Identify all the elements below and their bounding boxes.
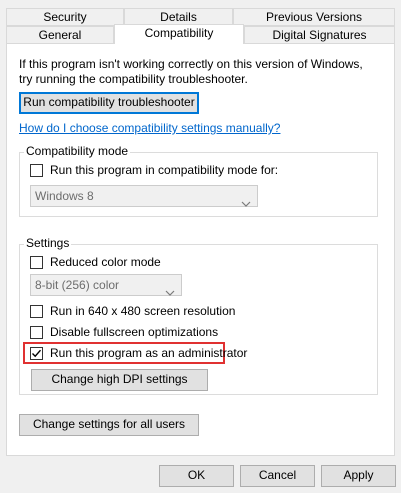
compatibility-mode-legend: Compatibility mode xyxy=(24,144,131,158)
tab-label: Previous Versions xyxy=(265,10,363,24)
tab-label: Security xyxy=(43,10,87,24)
tab-label: General xyxy=(38,28,82,42)
intro-line-1: If this program isn't working correctly … xyxy=(19,57,363,71)
compatibility-mode-label: Run this program in compatibility mode f… xyxy=(50,163,279,177)
chevron-down-icon xyxy=(241,193,251,213)
disable-fullscreen-label: Disable fullscreen optimizations xyxy=(50,325,219,339)
tab-label: Digital Signatures xyxy=(272,28,367,42)
color-depth-value: 8-bit (256) color xyxy=(35,278,120,292)
resolution-640-label: Run in 640 x 480 screen resolution xyxy=(50,304,236,318)
tab-label: Compatibility xyxy=(144,26,214,40)
windows-version-value: Windows 8 xyxy=(35,189,94,203)
run-as-admin-checkbox[interactable] xyxy=(30,347,43,360)
intro-line-2: try running the compatibility troublesho… xyxy=(19,72,248,86)
cancel-button[interactable]: Cancel xyxy=(240,465,315,487)
run-as-admin-label: Run this program as an administrator xyxy=(50,346,248,360)
disable-fullscreen-checkbox[interactable] xyxy=(30,326,43,339)
resolution-640-checkbox[interactable] xyxy=(30,305,43,318)
settings-legend: Settings xyxy=(24,236,72,250)
checkmark-icon xyxy=(32,349,42,358)
tab-general[interactable]: General xyxy=(6,26,114,44)
tab-digital-signatures[interactable]: Digital Signatures xyxy=(244,26,395,44)
color-depth-select[interactable]: 8-bit (256) color xyxy=(30,274,182,296)
tab-security[interactable]: Security xyxy=(6,8,124,26)
tab-compatibility[interactable]: Compatibility xyxy=(114,24,244,44)
windows-version-select[interactable]: Windows 8 xyxy=(30,185,258,207)
run-troubleshooter-button[interactable]: Run compatibility troubleshooter xyxy=(19,92,199,114)
manual-settings-link[interactable]: How do I choose compatibility settings m… xyxy=(19,121,280,135)
chevron-down-icon xyxy=(165,282,175,302)
apply-button[interactable]: Apply xyxy=(321,465,396,487)
tab-previous-versions[interactable]: Previous Versions xyxy=(233,8,395,26)
change-dpi-button[interactable]: Change high DPI settings xyxy=(31,369,208,391)
ok-button[interactable]: OK xyxy=(159,465,234,487)
change-all-users-button[interactable]: Change settings for all users xyxy=(19,414,199,436)
tab-label: Details xyxy=(160,10,197,24)
intro-text: If this program isn't working correctly … xyxy=(19,57,363,87)
compatibility-mode-checkbox[interactable] xyxy=(30,164,43,177)
reduced-color-label: Reduced color mode xyxy=(50,255,161,269)
compatibility-panel: If this program isn't working correctly … xyxy=(6,43,395,456)
reduced-color-checkbox[interactable] xyxy=(30,256,43,269)
